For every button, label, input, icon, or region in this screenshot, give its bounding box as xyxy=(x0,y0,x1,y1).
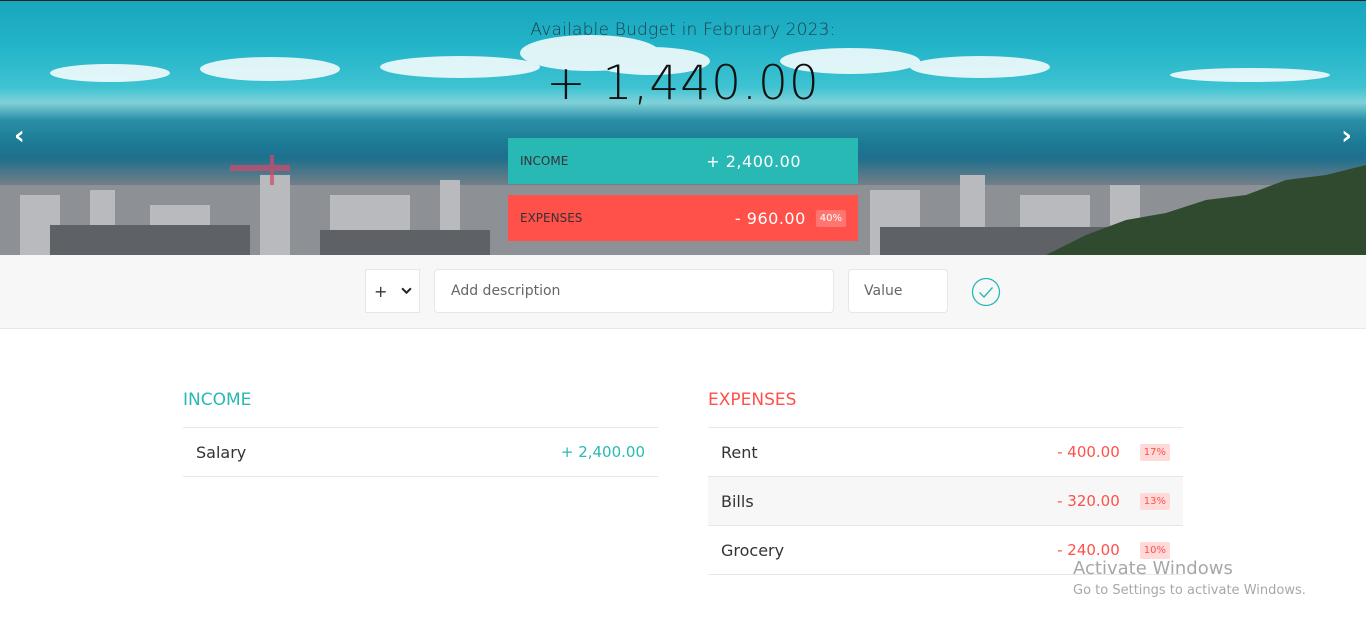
type-select-value: + xyxy=(374,281,388,301)
value-input[interactable]: Value xyxy=(848,269,948,313)
description-input[interactable]: Add description xyxy=(434,269,834,313)
income-summary-value: + 2,400.00 xyxy=(706,151,801,171)
watermark-title: Activate Windows xyxy=(1073,558,1233,579)
trees-decoration xyxy=(1046,165,1366,255)
item-value: - 320.00 xyxy=(1057,492,1120,510)
item-percentage-badge: 13% xyxy=(1139,492,1170,510)
expense-item[interactable]: Rent - 400.00 17% xyxy=(708,428,1183,477)
expenses-items: Rent - 400.00 17% Bills - 320.00 13% Gro… xyxy=(708,428,1183,575)
expenses-list: Expenses Rent - 400.00 17% Bills - 320.0… xyxy=(708,390,1183,575)
expenses-summary-label: Expenses xyxy=(520,211,583,225)
item-value: + 2,400.00 xyxy=(560,443,645,461)
item-description: Bills xyxy=(721,491,754,511)
income-summary-label: Income xyxy=(520,154,569,168)
income-item[interactable]: Salary + 2,400.00 xyxy=(183,428,658,477)
item-description: Grocery xyxy=(721,540,785,560)
chevron-down-icon xyxy=(401,287,412,295)
next-arrow-icon[interactable]: › xyxy=(1341,121,1352,151)
previous-arrow-icon[interactable]: ‹ xyxy=(14,121,25,151)
item-description: Salary xyxy=(196,442,247,462)
expenses-list-title: Expenses xyxy=(708,390,1183,428)
item-description: Rent xyxy=(721,442,758,462)
income-list-title: Income xyxy=(183,390,658,428)
type-select[interactable]: + xyxy=(365,269,420,313)
budget-title: Available Budget in February 2023: xyxy=(530,20,836,40)
add-entry-bar: + Add description Value xyxy=(0,255,1366,329)
item-value: - 400.00 xyxy=(1057,443,1120,461)
item-percentage-badge: 10% xyxy=(1139,541,1170,559)
watermark-subtitle: Go to Settings to activate Windows. xyxy=(1073,583,1306,598)
item-percentage-badge: 17% xyxy=(1139,443,1170,461)
budget-header: Available Budget in February 2023: + 1,4… xyxy=(0,0,1366,255)
income-summary: Income + 2,400.00 xyxy=(508,138,858,184)
expenses-summary-value: - 960.00 xyxy=(734,208,806,228)
check-circle-icon[interactable] xyxy=(971,277,1001,307)
item-value: - 240.00 xyxy=(1057,541,1120,559)
expenses-percentage-badge: 40% xyxy=(815,209,846,227)
income-items: Salary + 2,400.00 xyxy=(183,428,658,477)
budget-value: + 1,440.00 xyxy=(546,56,820,111)
activation-watermark: Activate Windows Go to Settings to activ… xyxy=(1073,558,1306,598)
expense-item[interactable]: Bills - 320.00 13% xyxy=(708,477,1183,526)
expenses-summary: Expenses - 960.00 40% xyxy=(508,195,858,241)
income-list: Income Salary + 2,400.00 xyxy=(183,390,658,477)
